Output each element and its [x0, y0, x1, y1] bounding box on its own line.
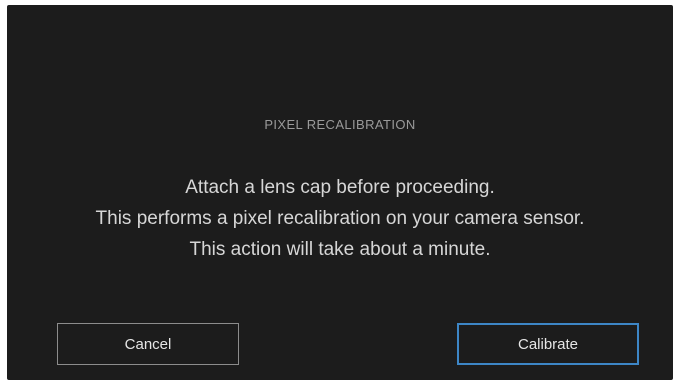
pixel-recalibration-dialog: PIXEL RECALIBRATION Attach a lens cap be…: [7, 5, 673, 380]
cancel-button-label: Cancel: [124, 335, 172, 353]
message-line-2: This performs a pixel recalibration on y…: [95, 208, 585, 229]
message-line-3: This action will take about a minute.: [189, 239, 491, 260]
cancel-button[interactable]: Cancel: [57, 323, 239, 365]
dialog-title: PIXEL RECALIBRATION: [264, 117, 416, 132]
calibrate-button-label: Calibrate: [517, 335, 579, 353]
message-line-1: Attach a lens cap before proceeding.: [185, 177, 495, 198]
calibrate-button[interactable]: Calibrate: [457, 323, 639, 365]
dialog-message: Attach a lens cap before proceeding. Thi…: [7, 172, 673, 265]
